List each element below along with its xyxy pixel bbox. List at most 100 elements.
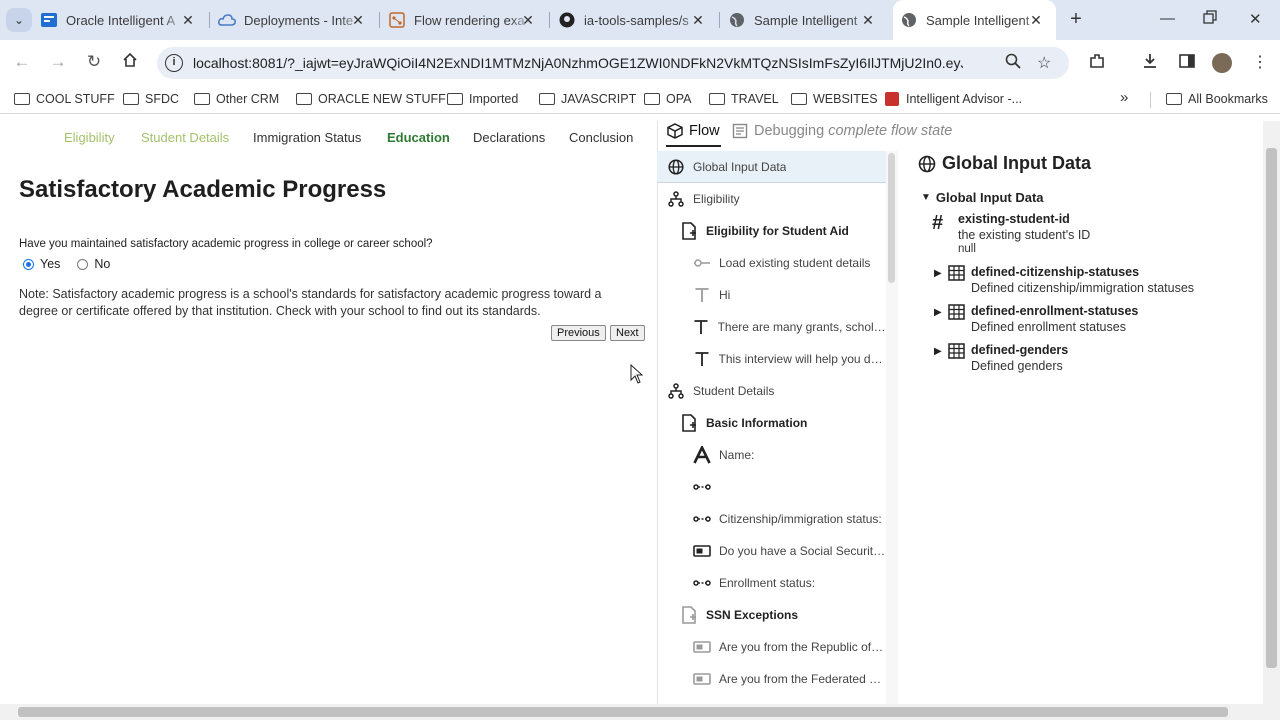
tree-item-label: Eligibility for Student Aid [706, 224, 849, 238]
site-info-icon[interactable]: i [165, 54, 183, 72]
close-icon[interactable]: ✕ [350, 12, 366, 29]
browser-tab-4[interactable]: ia-tools-samples/s ✕ [558, 0, 718, 40]
attribute-defined-genders[interactable]: ▶ defined-genders Defined genders [932, 343, 1068, 373]
tree-item[interactable]: Enrollment status: [657, 567, 886, 599]
tree-item[interactable]: Eligibility [657, 183, 886, 215]
bookmark-folder[interactable]: OPA [644, 92, 691, 106]
tree-item[interactable]: Do you have a Social Security N... [657, 535, 886, 567]
folder-icon [194, 93, 210, 105]
address-bar[interactable]: i localhost:8081/?_iajwt=eyJraWQiOiI4N2E… [157, 47, 1069, 79]
tree-item[interactable]: SSN Exceptions [657, 599, 886, 631]
next-button[interactable]: Next [610, 325, 645, 341]
new-tab-button[interactable]: + [1066, 8, 1086, 32]
horizontal-scrollbar-thumb[interactable] [18, 707, 1228, 717]
bookmark-folder[interactable]: Imported [447, 92, 518, 106]
bookmark-folder[interactable]: SFDC [123, 92, 179, 106]
close-icon[interactable]: ✕ [180, 12, 196, 29]
caret-right-icon[interactable]: ▶ [934, 346, 942, 357]
page-scrollbar-thumb[interactable] [1266, 148, 1277, 668]
tab-search-button[interactable]: ⌄ [6, 8, 32, 32]
tree-item[interactable]: Eligibility for Student Aid [657, 215, 886, 247]
home-icon[interactable] [119, 52, 141, 73]
page-icon [680, 222, 698, 240]
tree-item[interactable]: Basic Information [657, 407, 886, 439]
stage-conclusion[interactable]: Conclusion [569, 130, 633, 145]
back-arrow-icon[interactable]: ← [11, 52, 33, 72]
folder-icon [123, 93, 139, 105]
radio-no-label[interactable]: No [94, 257, 110, 271]
stage-declarations[interactable]: Declarations [473, 130, 545, 145]
forward-arrow-icon[interactable]: → [47, 52, 69, 72]
tree-item[interactable]: Hi [657, 279, 886, 311]
bookmark-label: TRAVEL [731, 92, 779, 106]
tree-item-label: Basic Information [706, 416, 808, 430]
bookmark-star-icon[interactable]: ☆ [1037, 53, 1051, 73]
browser-tab-6-active[interactable]: Sample Intelligent ✕ [893, 0, 1056, 40]
stage-immigration-status[interactable]: Immigration Status [253, 130, 361, 145]
browser-tab-1[interactable]: Oracle Intelligent A ✕ [40, 0, 208, 40]
restore-icon[interactable] [1203, 10, 1217, 28]
tree-item[interactable]: Citizenship/immigration status: [657, 503, 886, 535]
tree-item[interactable] [657, 471, 886, 503]
bookmark-folder[interactable]: ORACLE NEW STUFF [296, 92, 446, 106]
tree-item[interactable]: Are you from the Republic of th... [657, 631, 886, 663]
attribute-value: null [958, 243, 976, 255]
tree-item[interactable]: Load existing student details [657, 247, 886, 279]
close-icon[interactable]: ✕ [520, 12, 536, 29]
close-icon[interactable]: ✕ [690, 12, 706, 29]
tree-item[interactable]: There are many grants, scholars... [657, 311, 886, 343]
tab-flow[interactable]: Flow [667, 123, 720, 139]
attribute-defined-citizenship-statuses[interactable]: ▶ defined-citizenship-statuses Defined c… [932, 265, 1194, 295]
radio-yes-label[interactable]: Yes [40, 257, 60, 271]
close-icon[interactable]: ✕ [860, 12, 876, 29]
all-bookmarks-folder[interactable]: All Bookmarks [1166, 92, 1268, 106]
caret-right-icon[interactable]: ▶ [934, 307, 942, 318]
reload-icon[interactable]: ↻ [83, 52, 105, 72]
browser-tab-5[interactable]: Sample Intelligent ✕ [728, 0, 888, 40]
tree-item[interactable]: Are you from the Federated Sta... [657, 663, 886, 695]
bookmarks-bar: COOL STUFF SFDC Other CRM ORACLE NEW STU… [0, 86, 1280, 114]
document-icon [732, 123, 748, 139]
close-icon[interactable]: ✕ [1028, 12, 1044, 29]
bookmark-folder[interactable]: Other CRM [194, 92, 279, 106]
stage-eligibility[interactable]: Eligibility [64, 130, 115, 145]
more-bookmarks-button[interactable]: » [1120, 89, 1128, 106]
caret-right-icon[interactable]: ▶ [934, 268, 942, 279]
zoom-icon[interactable] [1005, 53, 1021, 74]
side-panel-icon[interactable] [1178, 52, 1196, 75]
attribute-defined-enrollment-statuses[interactable]: ▶ defined-enrollment-statuses Defined en… [932, 304, 1138, 334]
tree-scrollbar-thumb[interactable] [888, 153, 895, 283]
browser-tab-3[interactable]: Flow rendering exa ✕ [388, 0, 548, 40]
tree-item-label: Eligibility [693, 192, 740, 206]
url-text[interactable]: localhost:8081/?_iajwt=eyJraWQiOiI4N2ExN… [193, 55, 963, 71]
stage-education[interactable]: Education [387, 130, 450, 145]
hash-icon: # [932, 212, 944, 234]
bookmark-folder[interactable]: JAVASCRIPT [539, 92, 636, 106]
bookmark-label: Imported [469, 92, 519, 106]
minimize-icon[interactable]: — [1160, 10, 1175, 27]
radio-no[interactable] [77, 258, 89, 270]
globe-icon [900, 11, 918, 29]
tree-item[interactable]: This interview will help you det... [657, 343, 886, 375]
browser-tab-2[interactable]: Deployments - Inte ✕ [218, 0, 378, 40]
tree-item[interactable]: Name: [657, 439, 886, 471]
window-close-icon[interactable]: ✕ [1249, 10, 1262, 28]
bookmark-folder[interactable]: COOL STUFF [14, 92, 115, 106]
download-icon[interactable] [1141, 52, 1159, 75]
more-menu-icon[interactable]: ⋮ [1252, 52, 1268, 72]
tab-debugging[interactable]: Debugging complete flow state [732, 123, 952, 139]
bookmark-link[interactable]: Intelligent Advisor -... [885, 92, 1022, 106]
avatar[interactable] [1212, 53, 1232, 73]
radio-yes[interactable] [23, 258, 34, 270]
tree-item[interactable]: Student Details [657, 375, 886, 407]
active-tab-underline [666, 145, 721, 147]
bookmark-folder[interactable]: WEBSITES [791, 92, 878, 106]
previous-button[interactable]: Previous [551, 325, 606, 341]
stage-student-details[interactable]: Student Details [141, 130, 229, 145]
tree-item-label: Name: [719, 448, 755, 462]
caret-down-icon: ▼ [921, 192, 931, 203]
extensions-icon[interactable] [1088, 52, 1106, 75]
tree-item[interactable]: Global Input Data [657, 151, 886, 183]
details-section-header[interactable]: ▼ Global Input Data [921, 190, 1044, 205]
bookmark-folder[interactable]: TRAVEL [709, 92, 779, 106]
